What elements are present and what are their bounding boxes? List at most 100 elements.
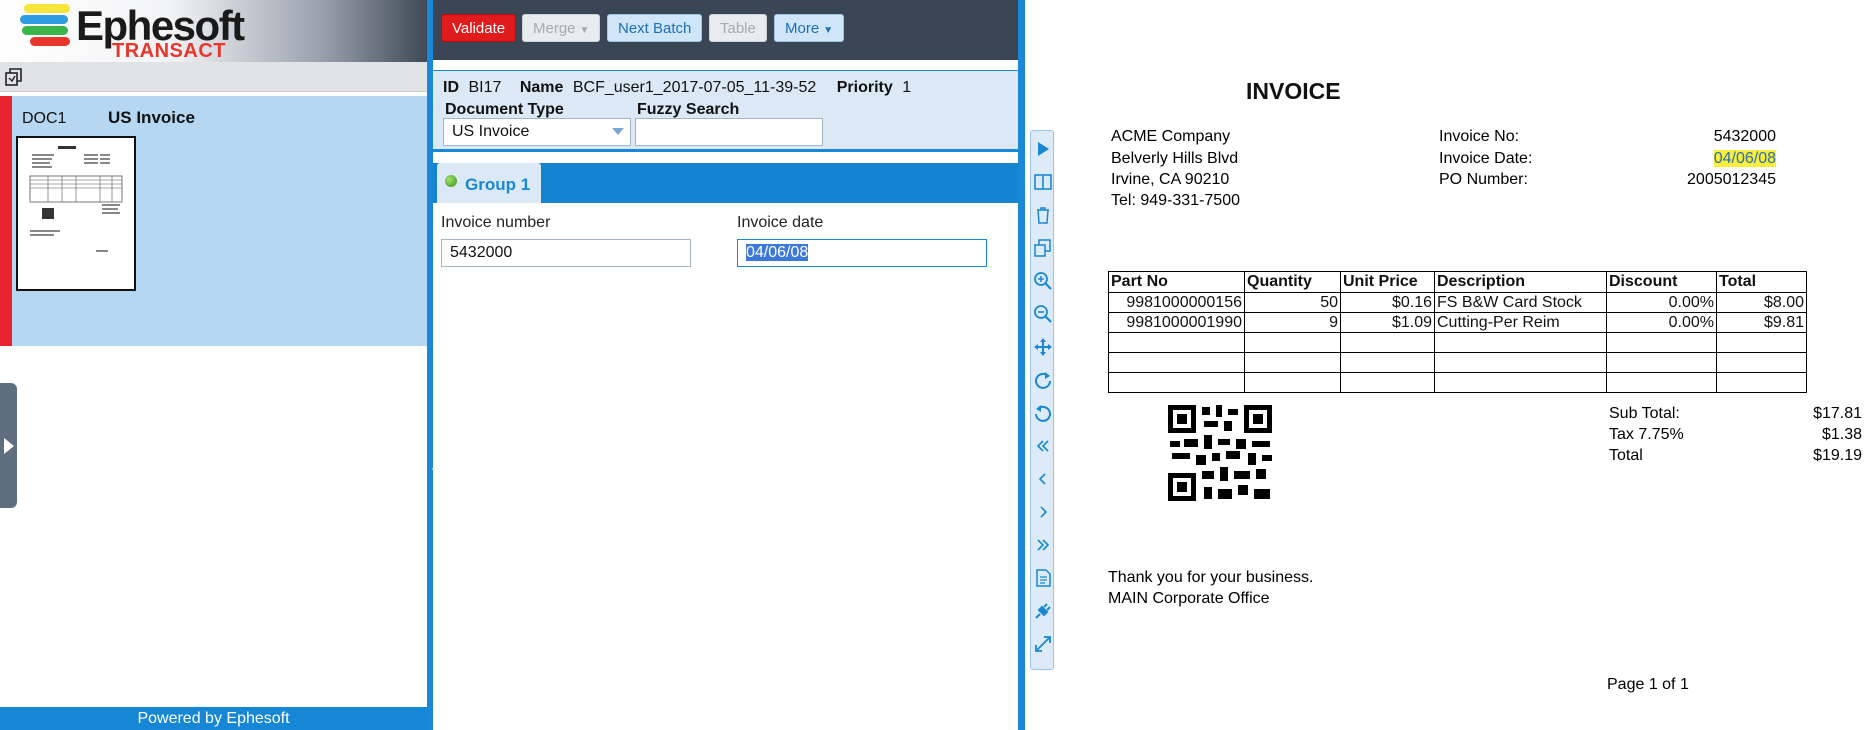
tab-group-1[interactable]: Group 1 (437, 163, 541, 203)
rotate-right-icon[interactable] (1033, 370, 1053, 390)
highlighted-date: 04/06/08 (1713, 150, 1776, 167)
batch-id-label: ID (443, 79, 459, 96)
totals-value: $1.38 (1821, 426, 1862, 443)
document-type-value: US Invoice (452, 123, 530, 140)
action-toolbar: Validate Merge ▼ Next Batch Table More ▼ (433, 0, 1018, 60)
page-indicator: Page 1 of 1 (1607, 676, 1689, 693)
plugin-icon[interactable] (1033, 601, 1053, 621)
footer-powered-by: Powered by Ephesoft (0, 707, 427, 730)
table-row: 9981000000156 50 $0.16 FS B&W Card Stock… (1108, 292, 1807, 313)
logo-stripe-green (22, 26, 68, 35)
line-items-table: Part No Quantity Unit Price Description … (1108, 271, 1807, 393)
document-type-select[interactable]: US Invoice (443, 118, 631, 146)
table-cell: 9981000001990 (1108, 312, 1245, 333)
validate-button[interactable]: Validate (441, 14, 517, 42)
viewer-tool-strip (1030, 130, 1054, 670)
invoice-date-label: Invoice date (737, 214, 824, 231)
totals-label: Tax 7.75% (1609, 426, 1684, 443)
meta-value: 2005012345 (1687, 171, 1776, 188)
table-row-empty (1108, 372, 1807, 393)
rotate-left-icon[interactable] (1033, 403, 1053, 423)
table-cell: $9.81 (1716, 312, 1807, 333)
meta-label: PO Number: (1439, 171, 1528, 188)
delete-icon[interactable] (1033, 205, 1053, 225)
document-type-label: US Invoice (108, 108, 195, 127)
table-cell: $8.00 (1716, 292, 1807, 313)
priority-value: 1 (902, 79, 912, 96)
validate-label: Validate (452, 20, 506, 37)
invoice-date-field[interactable]: 04/06/08 (737, 239, 987, 267)
copy-icon[interactable] (4, 67, 24, 87)
table-label: Table (720, 20, 756, 37)
copy-icon[interactable] (1033, 238, 1053, 258)
next-batch-button[interactable]: Next Batch (607, 14, 703, 42)
zoom-in-icon[interactable] (1033, 271, 1053, 291)
document-thumbnail[interactable] (16, 136, 136, 291)
logo-stripe-yellow (24, 4, 70, 13)
last-page-icon[interactable] (1033, 535, 1053, 555)
table-cell: 9981000000156 (1108, 292, 1245, 313)
invoice-title: INVOICE (1246, 78, 1341, 104)
company-line: ACME Company (1111, 128, 1231, 145)
column-header: Discount (1606, 271, 1717, 293)
chevron-down-icon: ▼ (579, 25, 590, 36)
table-cell: Cutting-Per Reim (1434, 312, 1607, 333)
table-cell: $0.16 (1340, 292, 1435, 313)
prev-page-icon[interactable] (1033, 469, 1053, 489)
fuzzy-search-input[interactable] (635, 118, 823, 146)
invoice-date-value: 04/06/08 (746, 244, 809, 261)
group-tab-label: Group 1 (465, 175, 531, 194)
column-header: Description (1434, 271, 1607, 293)
meta-label: Invoice Date: (1439, 150, 1533, 167)
logo-bar: Ephesoft TRANSACT (0, 0, 427, 62)
chevron-down-icon: ▼ (823, 25, 834, 36)
more-button[interactable]: More ▼ (774, 14, 845, 42)
status-dot-icon (445, 175, 457, 187)
table-cell: 50 (1244, 292, 1341, 313)
fuzzy-search-label: Fuzzy Search (637, 101, 740, 118)
qr-code-image (1168, 405, 1272, 501)
logo-subtitle: TRANSACT (112, 40, 226, 62)
table-cell: FS B&W Card Stock (1434, 292, 1607, 313)
table-cell: 0.00% (1606, 312, 1717, 333)
panel-divider-right[interactable] (1018, 0, 1025, 730)
document-viewer[interactable]: INVOICE ACME Company Belverly Hills Blvd… (1054, 0, 1872, 730)
totals-value: $17.81 (1813, 405, 1862, 422)
invoice-number-field[interactable]: 5432000 (441, 239, 691, 267)
fit-icon[interactable] (1033, 634, 1053, 654)
play-icon[interactable] (1033, 139, 1053, 159)
company-line: Irvine, CA 90210 (1111, 171, 1230, 188)
table-button[interactable]: Table (709, 14, 767, 42)
zoom-out-icon[interactable] (1033, 304, 1053, 324)
document-list-panel: Ephesoft TRANSACT DOC1 US Invoice Powere… (0, 0, 427, 730)
expand-panel-handle[interactable] (0, 383, 17, 508)
column-header: Total (1716, 271, 1807, 293)
document-icon[interactable] (1033, 568, 1053, 588)
split-icon[interactable] (1033, 172, 1053, 192)
table-row-empty (1108, 332, 1807, 353)
next-page-icon[interactable] (1033, 502, 1053, 522)
column-header: Part No (1108, 271, 1245, 293)
table-row: 9981000001990 9 $1.09 Cutting-Per Reim 0… (1108, 312, 1807, 333)
logo-stripe-blue (20, 15, 68, 24)
table-header-row: Part No Quantity Unit Price Description … (1108, 271, 1807, 293)
chevron-down-icon (612, 128, 624, 135)
move-icon[interactable] (1033, 337, 1053, 357)
expand-right-icon (4, 438, 14, 454)
document-type-label: Document Type (445, 101, 564, 118)
table-cell: $1.09 (1340, 312, 1435, 333)
table-cell: 0.00% (1606, 292, 1717, 313)
merge-label: Merge (533, 20, 576, 37)
table-row-empty (1108, 352, 1807, 373)
totals-label: Total (1609, 447, 1643, 464)
meta-label: Invoice No: (1439, 128, 1520, 145)
review-panel: Validate Merge ▼ Next Batch Table More ▼ I… (433, 0, 1018, 730)
batch-id-value: BI17 (468, 79, 502, 96)
next-batch-label: Next Batch (618, 20, 692, 37)
document-list-item[interactable]: DOC1 US Invoice (0, 96, 427, 346)
document-id: DOC1 (22, 110, 67, 127)
merge-button[interactable]: Merge ▼ (522, 14, 601, 42)
first-page-icon[interactable] (1033, 436, 1053, 456)
meta-value-highlighted: 04/06/08 (1664, 150, 1776, 168)
batch-name-label: Name (519, 79, 564, 96)
